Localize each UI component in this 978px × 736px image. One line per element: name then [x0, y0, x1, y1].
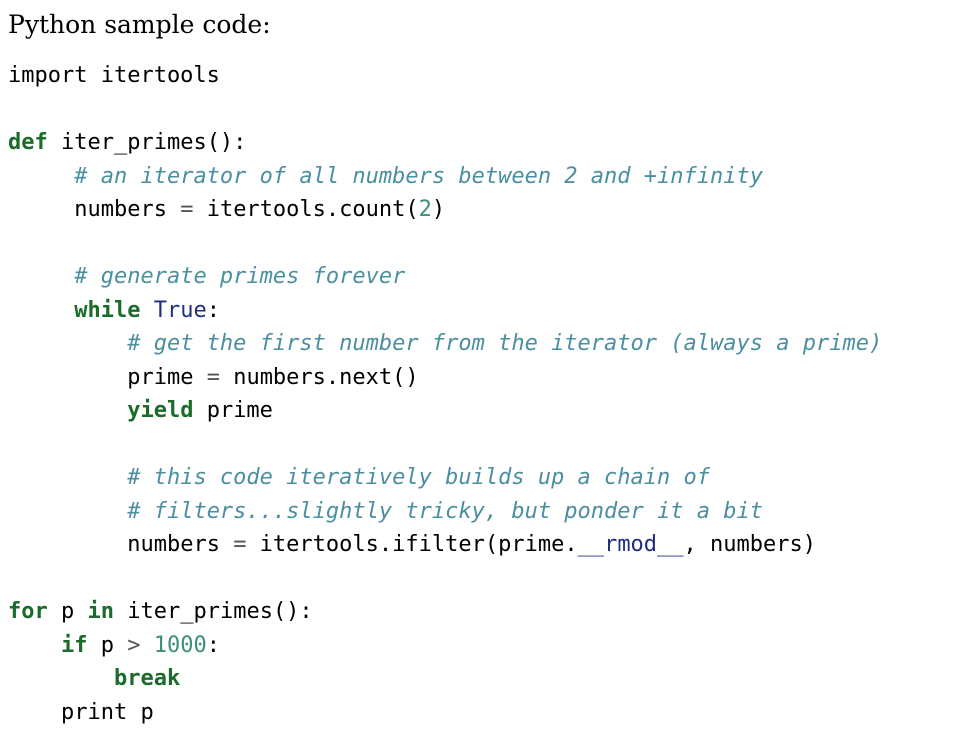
code-line: # filters...slightly tricky, but ponder …: [8, 495, 882, 529]
code-line: numbers = itertools.count(2): [8, 193, 882, 227]
code-token-keyword: while: [74, 297, 141, 323]
blank-code-line: [8, 227, 882, 261]
document-page: Python sample code: import itertools def …: [0, 0, 978, 736]
blank-code-line: [8, 428, 882, 462]
code-token-operator: >: [127, 632, 141, 658]
code-token-plain: numbers: [74, 197, 181, 222]
code-token-plain: p: [47, 599, 88, 624]
code-line: # an iterator of all numbers between 2 a…: [8, 160, 882, 194]
code-line: yield prime: [8, 394, 882, 428]
code-token-plain: import itertools: [8, 63, 220, 88]
code-token-plain: , numbers): [683, 532, 816, 557]
code-token-plain: numbers: [127, 532, 234, 557]
code-line: prime = numbers.next(): [8, 361, 882, 395]
code-token-keyword: def: [8, 130, 48, 155]
code-token-special: __rmod__: [577, 532, 684, 557]
code-token-plain: :: [206, 632, 220, 658]
code-token-builtin: True: [153, 297, 207, 323]
code-token-plain: itertools.ifilter(prime.: [246, 532, 578, 557]
code-token-number: 1000: [153, 632, 207, 658]
code-line: import itertools: [8, 59, 882, 93]
python-code-block: import itertools def iter_primes(): # an …: [8, 59, 882, 729]
code-token-plain: print p: [60, 699, 154, 725]
code-line: while True:: [8, 294, 882, 328]
code-line: # generate primes forever: [8, 260, 882, 294]
code-line: break: [8, 662, 882, 696]
code-line: if p > 1000:: [8, 629, 882, 663]
code-token-plain: prime: [127, 364, 207, 390]
code-line: def iter_primes():: [8, 126, 882, 160]
code-token-comment: # filters...slightly tricky, but ponder …: [127, 498, 763, 524]
code-token-plain: prime: [193, 398, 273, 423]
code-line: numbers = itertools.ifilter(prime.__rmod…: [8, 528, 882, 562]
code-token-comment: # an iterator of all numbers between 2 a…: [74, 163, 763, 189]
code-token-keyword: if: [60, 632, 88, 658]
code-token-comment: # get the first number from the iterator…: [127, 331, 883, 356]
code-token-keyword: in: [87, 599, 115, 624]
blank-code-line: [8, 93, 882, 127]
code-token-plain: itertools.count(: [193, 197, 419, 222]
blank-code-line: [8, 562, 882, 596]
code-token-comment: # generate primes forever: [74, 264, 406, 289]
code-token-plain: iter_primes():: [114, 599, 313, 624]
code-token-plain: p: [87, 632, 128, 658]
code-token-keyword: for: [8, 599, 48, 624]
code-token-keyword: yield: [127, 398, 194, 423]
code-line: print p: [8, 696, 882, 730]
code-token-plain: :: [206, 297, 220, 323]
code-token-plain: ): [431, 197, 446, 222]
code-line: # get the first number from the iterator…: [8, 327, 882, 361]
code-token-operator: =: [206, 364, 220, 390]
code-line: # this code iteratively builds up a chai…: [8, 461, 882, 495]
intro-text: Python sample code:: [8, 10, 271, 39]
code-token-plain: numbers.next(): [219, 364, 419, 390]
code-token-number: 2: [418, 197, 432, 222]
code-token-plain: iter_primes():: [47, 130, 247, 155]
code-token-operator: =: [180, 197, 194, 222]
code-token-operator: =: [233, 532, 247, 557]
code-line: for p in iter_primes():: [8, 595, 882, 629]
code-token-comment: # this code iteratively builds up a chai…: [127, 465, 711, 490]
code-token-keyword: break: [113, 666, 181, 691]
